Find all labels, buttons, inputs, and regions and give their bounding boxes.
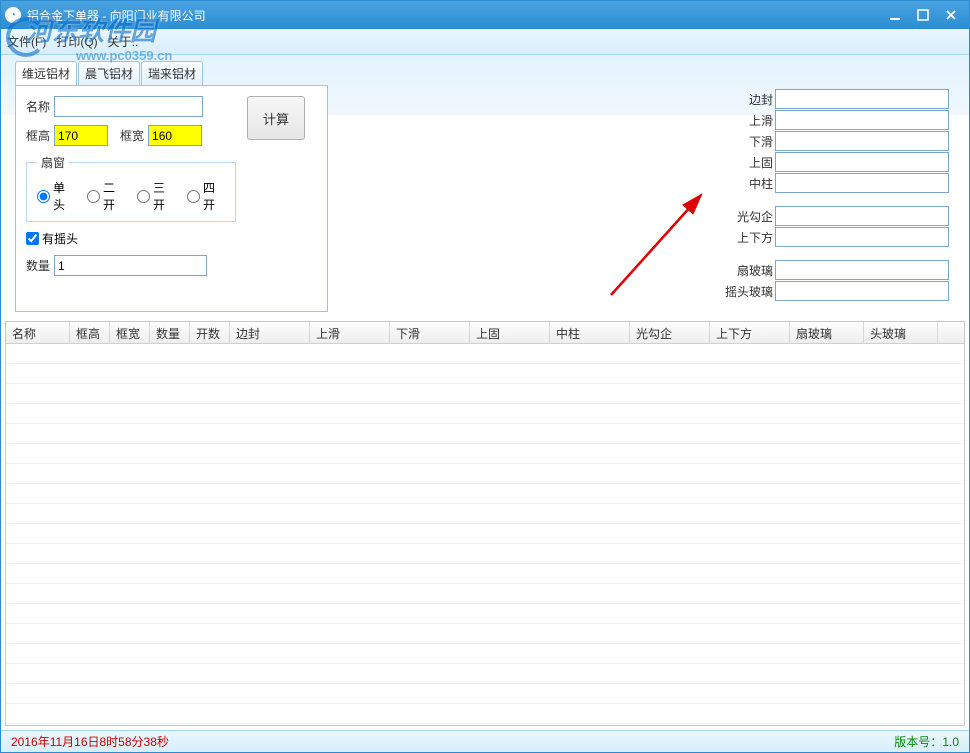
qty-label: 数量 [26, 257, 50, 274]
table-row[interactable] [6, 464, 964, 484]
close-button[interactable] [937, 5, 965, 25]
width-label: 框宽 [120, 127, 144, 144]
grid-col-7[interactable]: 下滑 [390, 322, 470, 343]
content-area: 维远铝材 晨飞铝材 瑞来铝材 计算 名称 框高 框宽 扇窗 单头 二开 三开 四… [1, 55, 969, 730]
form-panel: 计算 名称 框高 框宽 扇窗 单头 二开 三开 四开 有摇头 数量 [15, 85, 328, 312]
table-row[interactable] [6, 664, 964, 684]
table-row[interactable] [6, 364, 964, 384]
grid-col-4[interactable]: 开数 [190, 322, 230, 343]
grid-header: 名称框高框宽数量开数边封上滑下滑上固中柱光勾企上下方扇玻璃头玻璃 [6, 322, 964, 344]
out-shanghua-field [775, 110, 949, 130]
qty-input[interactable] [54, 255, 207, 276]
table-row[interactable] [6, 544, 964, 564]
height-input[interactable] [54, 125, 108, 146]
out-bianfeng-field [775, 89, 949, 109]
grid-col-13[interactable]: 头玻璃 [864, 322, 938, 343]
grid-body[interactable] [6, 344, 964, 725]
out-shanggu-field [775, 152, 949, 172]
minimize-button[interactable] [881, 5, 909, 25]
grid-col-2[interactable]: 框宽 [110, 322, 150, 343]
table-row[interactable] [6, 384, 964, 404]
height-label: 框高 [26, 127, 50, 144]
out-yaotouboli-field [775, 281, 949, 301]
name-input[interactable] [54, 96, 203, 117]
status-timestamp: 2016年11月16日8时58分38秒 [11, 733, 169, 750]
tabs-bar: 维远铝材 晨飞铝材 瑞来铝材 [15, 61, 963, 85]
tab-weiyuan[interactable]: 维远铝材 [15, 61, 77, 85]
out-xiahua-label: 下滑 [749, 133, 773, 150]
window-title: 铝合金下单器 - 向阳门业有限公司 [27, 7, 881, 24]
grid-col-12[interactable]: 扇玻璃 [790, 322, 864, 343]
table-row[interactable] [6, 684, 964, 704]
radio-quad[interactable]: 四开 [187, 179, 225, 213]
out-guanggouqi-field [775, 206, 949, 226]
radio-double[interactable]: 二开 [87, 179, 125, 213]
table-row[interactable] [6, 344, 964, 364]
tab-chenfei[interactable]: 晨飞铝材 [78, 61, 140, 85]
window-controls [881, 5, 965, 25]
grid-col-5[interactable]: 边封 [230, 322, 310, 343]
table-row[interactable] [6, 424, 964, 444]
grid-col-10[interactable]: 光勾企 [630, 322, 710, 343]
fan-window-fieldset: 扇窗 单头 二开 三开 四开 [26, 154, 236, 222]
out-yaotouboli-label: 摇头玻璃 [725, 283, 773, 300]
table-row[interactable] [6, 484, 964, 504]
grid-col-6[interactable]: 上滑 [310, 322, 390, 343]
grid-col-11[interactable]: 上下方 [710, 322, 790, 343]
width-input[interactable] [148, 125, 202, 146]
out-bianfeng-label: 边封 [749, 91, 773, 108]
out-xiahua-field [775, 131, 949, 151]
out-guanggouqi-label: 光勾企 [737, 208, 773, 225]
table-row[interactable] [6, 404, 964, 424]
table-row[interactable] [6, 564, 964, 584]
out-shanggu-label: 上固 [749, 154, 773, 171]
statusbar: 2016年11月16日8时58分38秒 版本号：1.0 [1, 730, 969, 752]
has-shake-checkbox[interactable] [26, 232, 39, 245]
calculate-button[interactable]: 计算 [247, 96, 305, 140]
table-row[interactable] [6, 704, 964, 724]
menu-print[interactable]: 打印(Q) [56, 33, 97, 50]
radio-single[interactable]: 单头 [37, 179, 75, 213]
out-shangxiafang-field [775, 227, 949, 247]
table-row[interactable] [6, 584, 964, 604]
has-shake-label: 有摇头 [42, 230, 78, 247]
name-label: 名称 [26, 98, 50, 115]
out-shanboli-label: 扇玻璃 [737, 262, 773, 279]
out-zhongzhu-field [775, 173, 949, 193]
app-icon: ◔ [5, 7, 21, 23]
out-shangxiafang-label: 上下方 [737, 229, 773, 246]
data-grid[interactable]: 名称框高框宽数量开数边封上滑下滑上固中柱光勾企上下方扇玻璃头玻璃 [5, 321, 965, 726]
menu-file[interactable]: 文件(F) [7, 33, 46, 50]
menubar: 文件(F) 打印(Q) 关于.. [1, 29, 969, 55]
grid-col-1[interactable]: 框高 [70, 322, 110, 343]
grid-col-8[interactable]: 上固 [470, 322, 550, 343]
status-version: 版本号：1.0 [894, 733, 959, 750]
out-shanboli-field [775, 260, 949, 280]
table-row[interactable] [6, 524, 964, 544]
table-row[interactable] [6, 604, 964, 624]
table-row[interactable] [6, 624, 964, 644]
grid-col-3[interactable]: 数量 [150, 322, 190, 343]
tab-ruilai[interactable]: 瑞来铝材 [141, 61, 203, 85]
menu-about[interactable]: 关于.. [108, 33, 139, 50]
table-row[interactable] [6, 644, 964, 664]
maximize-button[interactable] [909, 5, 937, 25]
grid-col-0[interactable]: 名称 [6, 322, 70, 343]
titlebar: ◔ 铝合金下单器 - 向阳门业有限公司 [1, 1, 969, 29]
radio-triple[interactable]: 三开 [137, 179, 175, 213]
table-row[interactable] [6, 444, 964, 464]
out-zhongzhu-label: 中柱 [749, 175, 773, 192]
table-row[interactable] [6, 504, 964, 524]
grid-col-9[interactable]: 中柱 [550, 322, 630, 343]
out-shanghua-label: 上滑 [749, 112, 773, 129]
output-panel: 边封 上滑 下滑 上固 中柱 光勾企 上下方 扇玻璃 摇头玻璃 [689, 89, 949, 302]
fieldset-legend: 扇窗 [37, 154, 69, 171]
